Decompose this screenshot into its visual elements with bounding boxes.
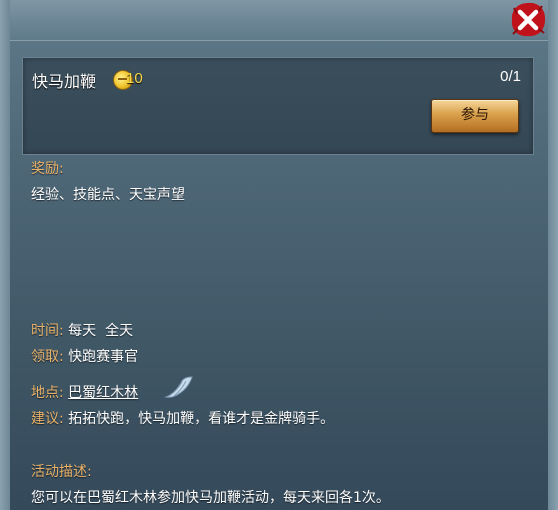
description-label: 活动描述: — [31, 464, 92, 480]
reward-items: 经验、技能点、天宝声望 — [31, 187, 185, 203]
receive-label: 领取: — [31, 349, 64, 365]
receive-row: 领取: 快跑赛事官 — [31, 346, 138, 366]
description-text: 您可以在巴蜀红木林参加快马加鞭活动，每天来回各1次。 — [31, 490, 390, 506]
advice-value: 拓拓快跑，快马加鞭，看谁才是金牌骑手。 — [68, 411, 335, 427]
time-value: 每天 全天 — [68, 323, 134, 339]
quest-title: 快马加鞭 — [32, 72, 97, 91]
location-row: 地点: 巴蜀红木林 — [31, 382, 138, 402]
reward-count: 10 — [126, 70, 143, 87]
advice-label: 建议: — [31, 411, 64, 427]
wing-travel-icon[interactable] — [164, 375, 194, 401]
quest-card: 快马加鞭 10 0/1 参与 — [22, 57, 534, 155]
close-x-icon[interactable] — [508, 0, 548, 40]
time-row: 时间: 每天 全天 — [31, 320, 133, 340]
location-link[interactable]: 巴蜀红木林 — [68, 385, 138, 401]
window-top-frame — [0, 0, 558, 41]
location-label: 地点: — [31, 385, 64, 401]
receive-value: 快跑赛事官 — [68, 349, 139, 365]
window-left-frame — [0, 0, 10, 510]
window-right-frame — [548, 0, 558, 510]
time-label: 时间: — [31, 323, 64, 339]
reward-label: 奖励: — [31, 161, 64, 177]
quest-progress: 0/1 — [500, 68, 521, 85]
join-button[interactable]: 参与 — [431, 99, 519, 133]
advice-row: 建议: 拓拓快跑，快马加鞭，看谁才是金牌骑手。 — [31, 408, 334, 428]
